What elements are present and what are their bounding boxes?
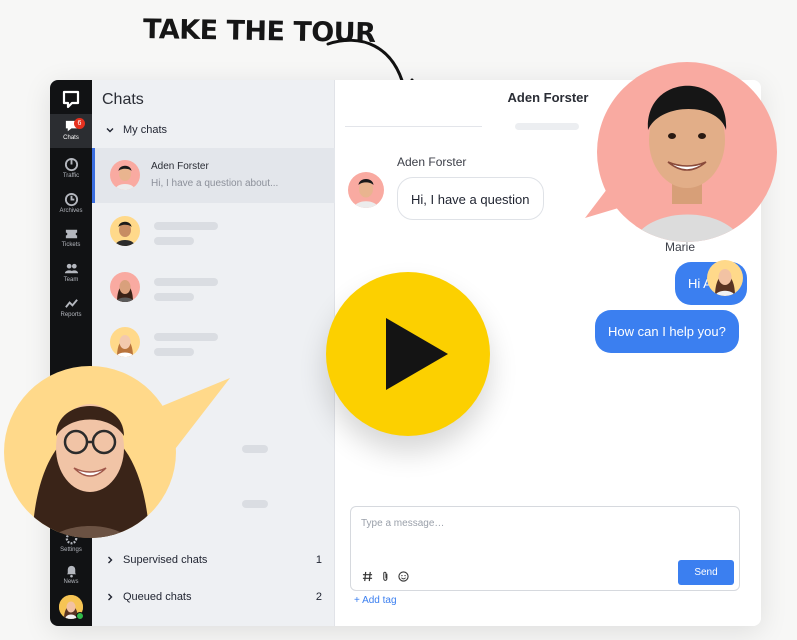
section-count: 2 — [315, 591, 322, 603]
nav-label: Team — [63, 277, 79, 283]
nav-item-archives[interactable]: Archives — [50, 187, 92, 221]
nav-item-traffic[interactable]: Traffic — [50, 152, 92, 186]
woman-avatar-icon — [707, 260, 743, 296]
paperclip-icon[interactable] — [380, 571, 391, 582]
tickets-icon — [65, 229, 77, 239]
add-tag-link[interactable]: + Add tag — [354, 595, 397, 606]
chat-contact-name: Aden Forster — [151, 161, 209, 172]
play-icon — [386, 318, 448, 390]
placeholder-line — [242, 445, 268, 453]
chat-list-item-active[interactable]: Aden Forster Hi, I have a question about… — [92, 148, 335, 203]
nav-item-tickets[interactable]: Tickets — [50, 221, 92, 255]
queued-chats-toggle[interactable]: Queued chats 2 — [106, 591, 322, 603]
logo-icon — [62, 90, 80, 109]
message-sender-name: Aden Forster — [397, 155, 467, 169]
avatar — [348, 172, 384, 208]
send-button[interactable]: Send — [678, 560, 734, 585]
nav-item-chats[interactable]: Chats 6 — [50, 114, 92, 148]
placeholder-line — [515, 123, 579, 130]
woman-avatar-icon — [110, 272, 140, 302]
avatar — [707, 260, 743, 296]
nav-label: Reports — [60, 312, 82, 318]
message-bubble-incoming: Hi, I have a question — [397, 177, 544, 220]
chevron-down-icon — [106, 128, 114, 133]
man-avatar-icon — [110, 160, 140, 190]
woman-avatar-icon — [110, 327, 140, 357]
nav-label: Tickets — [61, 242, 81, 248]
placeholder-line — [154, 278, 218, 286]
chat-preview-text: Hi, I have a question about... — [151, 178, 279, 189]
nav-item-team[interactable]: Team — [50, 256, 92, 290]
nav-item-reports[interactable]: Reports — [50, 291, 92, 325]
nav-label: News — [63, 579, 79, 585]
section-label: Queued chats — [123, 591, 192, 603]
my-chats-toggle[interactable]: My chats — [106, 124, 322, 136]
tab-underline — [345, 126, 482, 127]
nav-item-news[interactable]: News — [50, 558, 92, 592]
placeholder-line — [154, 348, 194, 356]
message-composer[interactable]: Type a message… Send — [350, 506, 740, 591]
avatar — [110, 160, 140, 190]
hashtag-icon[interactable] — [362, 571, 373, 582]
nav-label: Traffic — [62, 173, 80, 179]
unread-badge: 6 — [74, 118, 85, 129]
avatar — [110, 272, 140, 302]
emoji-icon[interactable] — [398, 571, 409, 582]
nav-label: Chats — [63, 135, 79, 141]
traffic-icon — [64, 157, 78, 172]
customer-portrait-woman — [4, 366, 230, 538]
section-count: 1 — [315, 554, 322, 566]
composer-toolbar — [362, 571, 409, 582]
chevron-right-icon — [108, 593, 113, 601]
nav-label: Archives — [59, 208, 83, 214]
placeholder-line — [154, 222, 218, 230]
play-video-button[interactable] — [326, 272, 490, 436]
reports-icon — [64, 299, 78, 308]
message-input-placeholder[interactable]: Type a message… — [361, 518, 444, 529]
chat-list-title: Chats — [102, 91, 144, 108]
avatar — [110, 327, 140, 357]
section-label: My chats — [123, 124, 168, 136]
placeholder-line — [154, 237, 194, 245]
avatar — [110, 216, 140, 246]
placeholder-line — [242, 500, 268, 508]
archives-icon — [64, 192, 78, 207]
man-avatar-icon — [348, 172, 384, 208]
team-icon — [64, 263, 78, 274]
news-icon — [66, 565, 76, 578]
chevron-right-icon — [108, 556, 113, 564]
online-status-dot — [76, 612, 84, 620]
placeholder-line — [154, 333, 218, 341]
man-avatar-icon — [110, 216, 140, 246]
placeholder-line — [154, 293, 194, 301]
agent-portrait-man — [585, 62, 777, 242]
message-bubble-outgoing: How can I help you? — [595, 310, 739, 353]
